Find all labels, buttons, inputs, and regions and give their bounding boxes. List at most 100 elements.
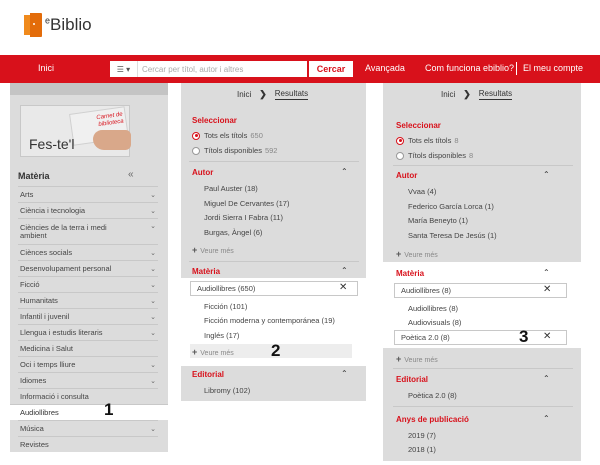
chevron-down-icon[interactable]: ⌄: [150, 281, 156, 289]
subject-heading: Matèria «: [18, 169, 134, 181]
author-filter-item[interactable]: Santa Teresa De Jesús (1): [408, 231, 497, 240]
ebiblio-logo[interactable]: eBiblio: [24, 10, 92, 40]
sidebar-item[interactable]: Humanitats ⌄: [18, 292, 158, 308]
selected-subject-filter[interactable]: Audiollibres (8): [394, 283, 567, 298]
subject-filter-item[interactable]: Inglés (17): [204, 331, 239, 340]
year-filter-item[interactable]: 2018 (1): [408, 445, 436, 454]
callout-number-3: 3: [519, 327, 529, 346]
chevron-down-icon[interactable]: ⌄: [150, 313, 156, 321]
see-more-authors[interactable]: + Veure més: [192, 245, 234, 255]
sidebar-item[interactable]: Desenvolupament personal ⌄: [18, 260, 158, 276]
library-card-banner[interactable]: Carnet de biblioteca Fes-te'l: [20, 105, 131, 157]
author-filter-item[interactable]: Jordi Sierra I Fabra (11): [204, 213, 283, 222]
caret-up-icon[interactable]: ⌃: [543, 268, 550, 277]
chevron-down-icon[interactable]: ⌄: [150, 249, 156, 257]
nav-advanced-link[interactable]: Avançada: [365, 63, 405, 73]
close-icon[interactable]: ✕: [543, 284, 551, 295]
sidebar-item[interactable]: Infantil i juvenil ⌄: [18, 308, 158, 324]
author-filter-item[interactable]: Miguel De Cervantes (17): [204, 199, 289, 208]
sidebar-item[interactable]: Música ⌄: [18, 420, 158, 436]
sidebar-item[interactable]: Ciènces socials ⌄: [18, 244, 158, 260]
nav-home-link[interactable]: Inici: [38, 63, 54, 73]
editorial-section-title: Editorial: [192, 370, 225, 379]
chevron-down-icon[interactable]: ⌄: [150, 297, 156, 305]
chevron-down-icon[interactable]: ⌄: [150, 425, 156, 433]
author-filter-item[interactable]: Burgas, Àngel (6): [204, 228, 262, 237]
caret-up-icon[interactable]: ⌃: [341, 266, 348, 275]
author-filter-item[interactable]: María Beneyto (1): [408, 216, 468, 225]
search-button[interactable]: Cercar: [309, 61, 353, 77]
plus-icon: +: [192, 347, 198, 357]
radio-icon[interactable]: [192, 146, 200, 155]
see-more-subjects[interactable]: + Veure més: [396, 354, 438, 364]
subject-filter-item[interactable]: Ficción moderna y contemporánea (19): [204, 316, 335, 325]
subject-filter-item[interactable]: Audiollibres (8): [408, 304, 458, 313]
subject-list: Arts ⌄ Ciència i tecnologia ⌄ Ciències de …: [10, 186, 168, 452]
chevron-down-icon[interactable]: ⌄: [150, 329, 156, 337]
chevron-down-icon[interactable]: ⌄: [150, 265, 156, 273]
sidebar-item[interactable]: Informació i consulta: [18, 388, 158, 404]
sidebar-panel: Carnet de biblioteca Fes-te'l Matèria « …: [10, 83, 168, 452]
radio-icon[interactable]: [396, 151, 404, 160]
author-filter-item[interactable]: Paul Auster (18): [204, 184, 258, 193]
editorial-section-title: Editorial: [396, 375, 429, 384]
sidebar-item[interactable]: Oci i temps lliure ⌄: [18, 356, 158, 372]
sidebar-item[interactable]: Idiomes ⌄: [18, 372, 158, 388]
sidebar-item[interactable]: Ficció ⌄: [18, 276, 158, 292]
chevron-down-icon[interactable]: ⌄: [150, 223, 156, 231]
close-icon[interactable]: ✕: [339, 282, 347, 293]
breadcrumb: Inici ❯ Resultats: [237, 89, 309, 100]
caret-up-icon[interactable]: ⌃: [543, 374, 550, 383]
caret-up-icon[interactable]: ⌃: [341, 369, 348, 378]
radio-available-titles[interactable]: Títols disponibles 592: [192, 146, 277, 155]
radio-selected-icon[interactable]: [192, 131, 200, 140]
chevron-down-icon[interactable]: ⌄: [150, 207, 156, 215]
sidebar-item[interactable]: Ciència i tecnologia ⌄: [18, 202, 158, 218]
nav-account-link[interactable]: El meu compte: [523, 63, 583, 73]
search-input[interactable]: [138, 62, 303, 76]
callout-number-1: 1: [104, 400, 114, 419]
plus-icon: +: [396, 249, 402, 259]
collapse-icon[interactable]: «: [128, 169, 134, 180]
author-section-title: Autor: [192, 168, 214, 177]
plus-icon: +: [396, 354, 402, 364]
see-more-subjects[interactable]: + Veure més: [192, 347, 234, 357]
author-filter-item[interactable]: Vvaa (4): [408, 187, 436, 196]
selected-subject-filter[interactable]: Audiollibres (650): [190, 281, 358, 296]
caret-up-icon[interactable]: ⌃: [543, 170, 550, 179]
caret-up-icon[interactable]: ⌃: [341, 167, 348, 176]
chevron-down-icon[interactable]: ⌄: [150, 191, 156, 199]
search-type-menu-icon[interactable]: ☰ ▾: [110, 61, 138, 77]
breadcrumb-home[interactable]: Inici: [441, 90, 455, 99]
caret-up-icon[interactable]: ⌃: [543, 414, 550, 423]
sidebar-top-strip: [10, 83, 168, 95]
banner-slogan: Fes-te'l: [29, 136, 75, 152]
see-more-authors[interactable]: + Veure més: [396, 249, 438, 259]
radio-all-titles[interactable]: Tots els títols 650: [192, 131, 263, 140]
editorial-filter-item[interactable]: Libromy (102): [204, 386, 250, 395]
sidebar-item[interactable]: Revistes: [18, 436, 158, 452]
subject-filter-item[interactable]: Ficción (101): [204, 302, 247, 311]
year-filter-item[interactable]: 2019 (7): [408, 431, 436, 440]
sidebar-item[interactable]: Medicina i Salut: [18, 340, 158, 356]
author-filter-item[interactable]: Federico García Lorca (1): [408, 202, 494, 211]
results-filter-panel-3: Inici ❯ Resultats Seleccionar Tots els t…: [383, 83, 581, 461]
sidebar-item[interactable]: Llengua i estudis literaris ⌄: [18, 324, 158, 340]
close-icon[interactable]: ✕: [543, 331, 551, 342]
editorial-filter-item[interactable]: Poètica 2.0 (8): [408, 391, 457, 400]
radio-selected-icon[interactable]: [396, 136, 404, 145]
radio-available-titles[interactable]: Títols disponibles 8: [396, 151, 473, 160]
chevron-down-icon[interactable]: ⌄: [150, 377, 156, 385]
years-section-title: Anys de publicació: [396, 415, 469, 424]
chevron-down-icon[interactable]: ⌄: [150, 361, 156, 369]
radio-all-titles[interactable]: Tots els títols 8: [396, 136, 459, 145]
sidebar-item[interactable]: Ciències de la terra i medi ambient ⌄: [18, 218, 158, 244]
nav-how-link[interactable]: Com funciona ebiblio?: [425, 63, 514, 73]
sidebar-item[interactable]: Arts ⌄: [18, 186, 158, 202]
breadcrumb-home[interactable]: Inici: [237, 90, 251, 99]
subject-filter-item[interactable]: Audiovisuals (8): [408, 318, 461, 327]
callout-number-2: 2: [271, 341, 281, 360]
select-section-title: Seleccionar: [396, 121, 441, 130]
selected-subject-filter-2[interactable]: Poètica 2.0 (8): [394, 330, 567, 345]
sidebar-item-audiobooks[interactable]: Audiollibres: [10, 404, 168, 420]
